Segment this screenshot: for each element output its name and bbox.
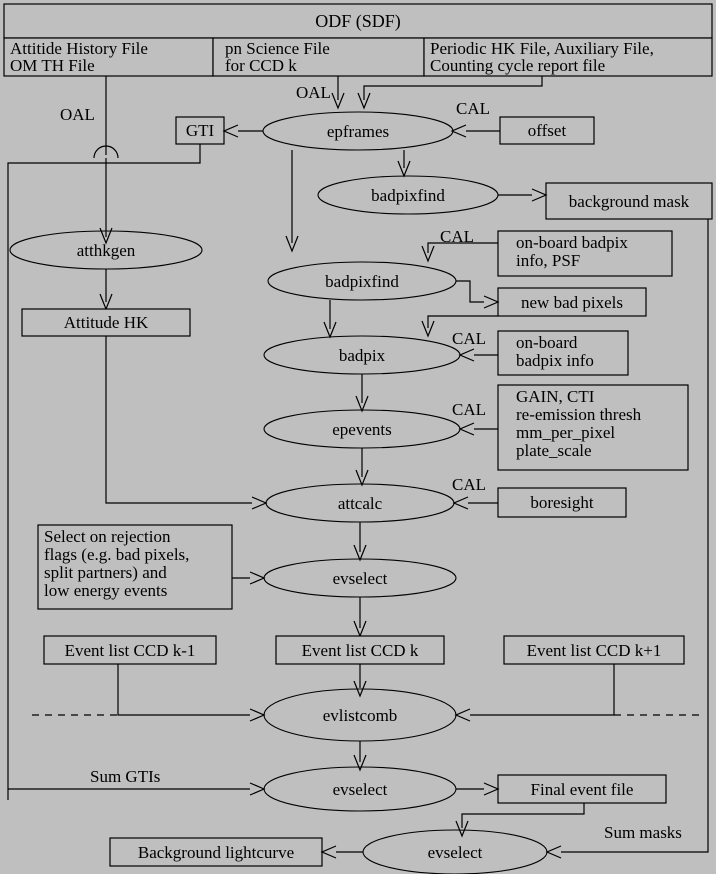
box-event-list-ccd-k-label: Event list CCD k xyxy=(302,641,419,660)
edge-label-oal-left: OAL xyxy=(60,105,95,124)
box-attitude-hk-label: Attitude HK xyxy=(64,313,149,332)
arrow-sumgtis-to-evselect2 xyxy=(249,782,266,796)
arrow-right-to-evlistcomb xyxy=(454,708,471,722)
box-event-list-ccd-km1-label: Event list CCD k-1 xyxy=(65,641,196,660)
node-evlistcomb-label: evlistcomb xyxy=(323,706,398,725)
box-onboard-badpix-psf-line-2: info, PSF xyxy=(516,251,580,270)
edge-periodichk-to-epframes xyxy=(363,76,543,100)
node-badpixfind-1-label: badpixfind xyxy=(371,186,445,205)
edge-label-cal-badpix-psf: CAL xyxy=(440,227,474,246)
node-evselect-1-label: evselect xyxy=(333,569,388,588)
edge-attitudehk-to-attcalc xyxy=(105,336,252,504)
box-gain-cti-line-1: GAIN, CTI xyxy=(516,387,595,406)
edge-finaleventfile-to-evselect3 xyxy=(461,803,585,828)
arrow-gaincti-to-epevents xyxy=(458,422,475,436)
attitude-history-file-line-2: OM TH File xyxy=(10,56,95,75)
pn-science-file-line-2: for CCD k xyxy=(225,56,297,75)
box-event-list-ccd-kp1-label: Event list CCD k+1 xyxy=(527,641,662,660)
edge-label-cal-gain: CAL xyxy=(452,400,486,419)
box-rejection-flags-line-4: low energy events xyxy=(44,581,167,600)
diagram-canvas: ODF (SDF) Attitide History File OM TH Fi… xyxy=(0,0,716,874)
node-epframes-label: epframes xyxy=(327,122,389,141)
periodic-hk-file-line-2: Counting cycle report file xyxy=(430,56,605,75)
edge-label-cal-offset: CAL xyxy=(456,99,490,118)
box-gain-cti-line-2: re-emission thresh xyxy=(516,405,642,424)
box-onboard-badpix-info-line-2: badpix info xyxy=(516,351,594,370)
box-boresight-label: boresight xyxy=(530,493,594,512)
box-rejection-flags-line-1: Select on rejection xyxy=(44,527,171,546)
node-epevents-label: epevents xyxy=(332,420,391,439)
box-gain-cti-line-4: plate_scale xyxy=(516,441,592,460)
edge-label-cal-badpix-info: CAL xyxy=(452,329,486,348)
edge-label-cal-boresight: CAL xyxy=(452,475,486,494)
node-evselect-3-label: evselect xyxy=(428,843,483,862)
edge-newbadpixels-to-badpix xyxy=(427,315,498,328)
edge-label-sum-gtis: Sum GTIs xyxy=(90,767,160,786)
edge-label-oal-top: OAL xyxy=(296,83,331,102)
box-final-event-file-label: Final event file xyxy=(531,780,634,799)
node-badpixfind-2-label: badpixfind xyxy=(325,272,399,291)
pipeline-flowchart: ODF (SDF) Attitide History File OM TH Fi… xyxy=(3,3,713,874)
edge-eventlistkp1-to-evlistcomb xyxy=(470,664,615,716)
node-attcalc-label: attcalc xyxy=(338,494,383,513)
box-background-lightcurve-label: Background lightcurve xyxy=(138,843,294,862)
edge-label-sum-masks: Sum masks xyxy=(604,823,682,842)
box-new-bad-pixels-label: new bad pixels xyxy=(521,293,623,312)
box-background-mask-label: background mask xyxy=(569,192,690,211)
arrow-epframes-to-gti xyxy=(222,124,239,138)
box-gain-cti-line-3: mm_per_pixel xyxy=(516,423,615,442)
edge-badpixfind2-to-newbadpixels xyxy=(456,280,484,303)
odf-title-label: ODF (SDF) xyxy=(315,11,401,32)
arrow-summasks-to-evselect3 xyxy=(545,845,562,859)
edge-eventlistkm1-to-evlistcomb xyxy=(117,664,250,716)
box-rejection-flags-line-2: flags (e.g. bad pixels, xyxy=(44,545,189,564)
arrow-boresight-to-attcalc xyxy=(452,496,469,510)
arrow-attitudehk-to-attcalc xyxy=(251,496,268,510)
arrow-offset-to-epframes xyxy=(450,124,467,138)
arrow-onboardinfo-to-badpix xyxy=(458,348,475,362)
arrow-badpixfind1-to-bgmask xyxy=(531,188,548,202)
arrow-rejectionflags-to-evselect1 xyxy=(249,571,266,585)
box-onboard-badpix-info-line-1: on-board xyxy=(516,333,578,352)
box-offset-label: offset xyxy=(528,121,567,140)
arrow-badpixfind2-to-newbadpixels xyxy=(483,295,500,309)
node-atthkgen-label: atthkgen xyxy=(77,241,136,260)
node-badpix-label: badpix xyxy=(339,346,386,365)
box-rejection-flags-line-3: split partners) and xyxy=(44,563,167,582)
box-gti-label: GTI xyxy=(186,121,215,140)
arrow-evselect2-to-finaleventfile xyxy=(483,782,500,796)
node-evselect-2-label: evselect xyxy=(333,780,388,799)
box-onboard-badpix-psf-line-1: on-board badpix xyxy=(516,233,628,252)
arrow-left-to-evlistcomb xyxy=(249,708,266,722)
arrow-evselect3-to-bglightcurve xyxy=(320,845,337,859)
